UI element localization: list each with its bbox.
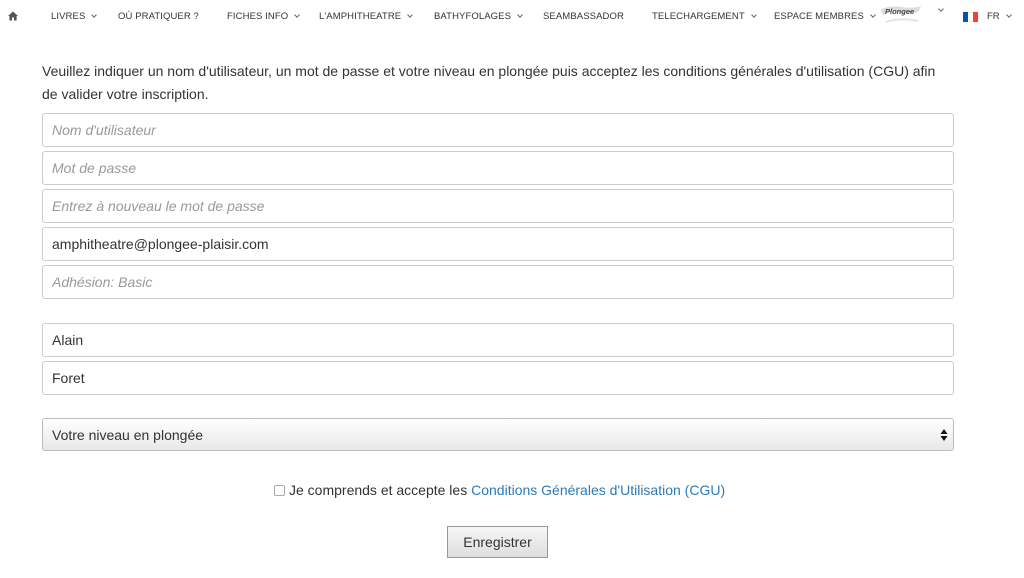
registration-instructions: Veuillez indiquer un nom d'utilisateur, … [42,63,936,102]
first-name-field[interactable] [42,323,954,357]
chevron-down-icon [407,12,414,18]
nav-item-seambassador[interactable]: SEAMBASSADOR [543,11,624,22]
chevron-down-icon [870,12,876,18]
chevron-down-icon[interactable] [938,6,944,12]
nav-item-label: FICHES INFO [227,11,289,22]
password-field[interactable] [42,151,954,185]
nav-item-bathyfolages[interactable]: BATHYFOLAGES [434,11,523,22]
membership-field[interactable] [42,265,954,299]
select-arrows-icon [940,429,948,441]
chevron-down-icon [91,12,98,18]
nav-item-label: ESPACE MEMBRES [774,11,864,22]
top-navigation: LIVRES OÙ PRATIQUER ? FICHES INFO L'AMPH… [0,0,1024,34]
register-button[interactable]: Enregistrer [447,526,548,558]
french-flag-icon[interactable] [963,12,978,22]
nav-item-espace-membres[interactable]: ESPACE MEMBRES [774,11,876,22]
email-field[interactable] [42,227,954,261]
nav-item-ou-pratiquer[interactable]: OÙ PRATIQUER ? [118,11,199,22]
username-field[interactable] [42,113,954,147]
nav-item-label: OÙ PRATIQUER ? [118,11,199,22]
dive-level-select-value: Votre niveau en plongée [52,426,204,443]
cgu-checkbox[interactable] [274,484,285,496]
chevron-down-icon [294,12,301,18]
dive-level-select[interactable]: Votre niveau en plongée [42,418,954,451]
nav-item-amphitheatre[interactable]: L'AMPHITHEATRE [319,11,414,22]
home-icon[interactable] [7,10,19,22]
chevron-down-icon [750,12,757,18]
language-label: FR [987,11,1000,22]
logo-text: Plongee [885,7,915,16]
cgu-text: Je comprends et accepte les [289,482,472,498]
nav-item-telechargement[interactable]: TELECHARGEMENT [652,11,757,22]
cgu-link[interactable]: Conditions Générales d'Utilisation (CGU) [471,482,725,498]
nav-item-livres[interactable]: LIVRES [51,11,98,22]
nav-item-fiches-info[interactable]: FICHES INFO [227,11,301,22]
nav-item-label: TELECHARGEMENT [652,11,745,22]
chevron-down-icon [1005,12,1012,18]
nav-item-label: BATHYFOLAGES [434,11,512,22]
nav-item-label: LIVRES [51,11,86,22]
nav-item-label: L'AMPHITHEATRE [319,11,402,22]
chevron-down-icon [517,12,523,18]
language-selector[interactable]: FR [987,11,1012,22]
nav-item-label: SEAMBASSADOR [543,11,624,22]
last-name-field[interactable] [42,361,954,395]
password-confirm-field[interactable] [42,189,954,223]
cgu-acceptance: Je comprends et accepte les Conditions G… [274,482,725,498]
